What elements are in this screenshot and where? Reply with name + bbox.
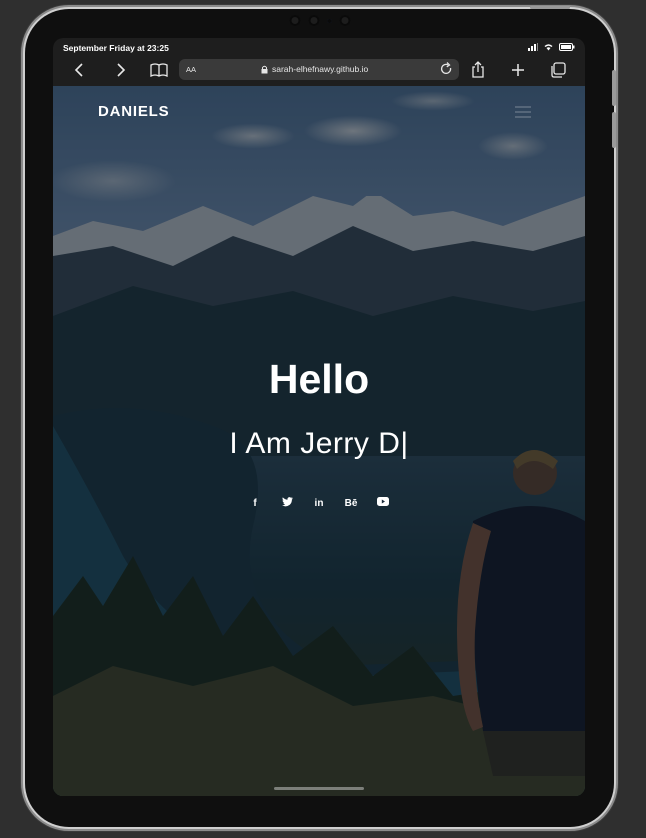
hero-heading: Hello xyxy=(268,356,370,402)
sensor-icon xyxy=(289,15,300,26)
social-links: f in Bē xyxy=(53,497,585,511)
forward-icon[interactable] xyxy=(113,62,127,78)
sensor-icon xyxy=(339,15,350,26)
youtube-icon[interactable] xyxy=(374,497,392,511)
tagline-prefix: I Am xyxy=(229,427,292,460)
volume-button xyxy=(612,70,616,106)
volume-button xyxy=(612,112,616,148)
site-logo[interactable]: DANIELS xyxy=(98,103,169,120)
status-time: September Friday at 23:25 xyxy=(63,43,169,53)
linkedin-icon[interactable]: in xyxy=(310,497,328,511)
back-icon[interactable] xyxy=(73,62,87,78)
bookmarks-icon[interactable] xyxy=(150,62,168,78)
share-icon[interactable] xyxy=(471,61,485,78)
tabs-icon[interactable] xyxy=(550,62,566,78)
address-bar[interactable]: AA sarah-elhefnawy.github.io xyxy=(179,59,459,80)
reload-icon[interactable] xyxy=(440,62,453,76)
camera-bar xyxy=(289,15,350,26)
lock-icon xyxy=(261,65,268,73)
hero-tagline: I Am Jerry D| xyxy=(53,427,585,461)
tagline-name: Jerry D| xyxy=(300,427,409,460)
hero-section: DANIELS Hello I Am Jerry D| f in Bē xyxy=(53,86,585,796)
flash-icon xyxy=(327,18,331,23)
status-icons xyxy=(528,43,575,51)
wifi-icon xyxy=(544,44,553,51)
behance-icon[interactable]: Bē xyxy=(342,497,360,511)
url-field[interactable]: sarah-elhefnawy.github.io xyxy=(261,64,368,74)
menu-icon[interactable] xyxy=(515,106,531,121)
home-indicator xyxy=(274,787,364,790)
signal-icon xyxy=(528,43,538,51)
camera-icon xyxy=(308,15,319,26)
battery-icon xyxy=(559,43,575,51)
screen: September Friday at 23:25 AA sarah-elhef… xyxy=(53,38,585,796)
facebook-icon[interactable]: f xyxy=(246,497,264,511)
text-size-button[interactable]: AA xyxy=(186,65,196,74)
status-bar: September Friday at 23:25 xyxy=(53,38,585,56)
power-button xyxy=(530,6,570,9)
new-tab-icon[interactable] xyxy=(511,62,525,78)
twitter-icon[interactable] xyxy=(278,497,296,511)
url-text: sarah-elhefnawy.github.io xyxy=(272,64,369,74)
browser-toolbar: AA sarah-elhefnawy.github.io xyxy=(53,56,585,86)
